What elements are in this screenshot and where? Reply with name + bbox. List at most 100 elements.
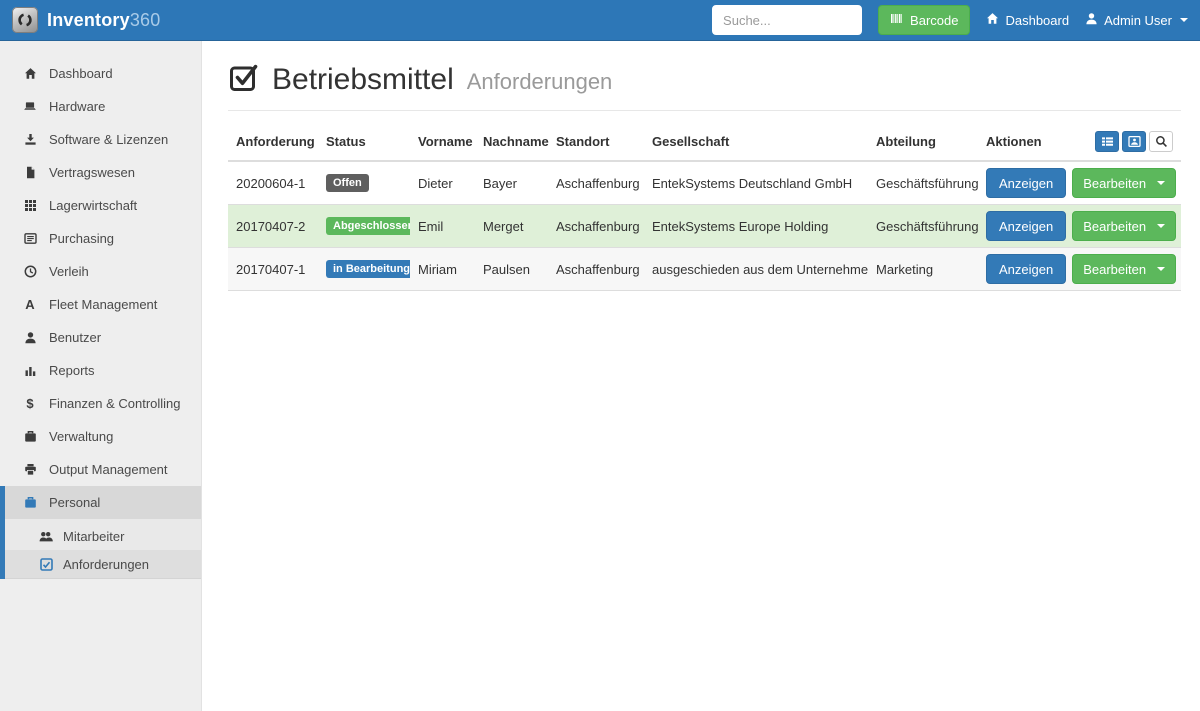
col-header-status: Status <box>318 123 410 161</box>
nav-dashboard-link[interactable]: Dashboard <box>986 12 1069 28</box>
sidebar-item-verleih[interactable]: Verleih <box>0 255 201 288</box>
home-icon <box>22 67 38 80</box>
users-icon <box>38 530 54 543</box>
status-badge: Abgeschlossen <box>326 217 410 235</box>
view-button[interactable]: Anzeigen <box>986 168 1066 198</box>
nav-dashboard-label: Dashboard <box>1005 13 1069 28</box>
col-header-vorname: Vorname <box>410 123 475 161</box>
sidebar-item-finanzen-controlling[interactable]: $ Finanzen & Controlling <box>0 387 201 420</box>
sidebar-item-verwaltung[interactable]: Verwaltung <box>0 420 201 453</box>
user-menu-label: Admin User <box>1104 13 1172 28</box>
barcode-button[interactable]: Barcode <box>878 5 970 35</box>
sidebar-item-lagerwirtschaft[interactable]: Lagerwirtschaft <box>0 189 201 222</box>
sidebar-item-label: Benutzer <box>49 330 101 345</box>
sidebar-item-label: Purchasing <box>49 231 114 246</box>
sidebar-item-output-management[interactable]: Output Management <box>0 453 201 486</box>
table-row: 20200604-1 Offen Dieter Bayer Aschaffenb… <box>228 161 1181 205</box>
list-alt-icon <box>22 232 38 245</box>
col-header-abteilung: Abteilung <box>868 123 978 161</box>
chevron-down-icon <box>1157 267 1165 271</box>
sidebar-subitem-label: Mitarbeiter <box>63 529 124 544</box>
top-navbar: Inventory360 Barcode Dashboard Admin Use… <box>0 0 1200 41</box>
cell-standort: Aschaffenburg <box>548 248 644 291</box>
sidebar-submenu: Mitarbeiter Anforderungen <box>0 519 201 579</box>
card-view-button[interactable] <box>1122 131 1146 152</box>
sidebar-item-label: Finanzen & Controlling <box>49 396 181 411</box>
cell-standort: Aschaffenburg <box>548 161 644 205</box>
sidebar-item-reports[interactable]: Reports <box>0 354 201 387</box>
briefcase-icon <box>22 430 38 443</box>
view-button[interactable]: Anzeigen <box>986 211 1066 241</box>
cell-gesellschaft: ausgeschieden aus dem Unternehmen <box>644 248 868 291</box>
page-header: Betriebsmittel Anforderungen <box>228 62 1181 111</box>
search-icon <box>1155 135 1168 148</box>
table-row: 20170407-1 in Bearbeitung Miriam Paulsen… <box>228 248 1181 291</box>
view-button[interactable]: Anzeigen <box>986 254 1066 284</box>
check-square-icon <box>228 62 259 98</box>
sidebar-item-label: Hardware <box>49 99 105 114</box>
edit-button[interactable]: Bearbeiten <box>1072 168 1176 198</box>
brand-link[interactable]: Inventory360 <box>12 7 160 33</box>
table-header-row: Anforderung Status Vorname Nachname Stan… <box>228 123 1181 161</box>
download-icon <box>22 133 38 146</box>
sidebar-item-vertragswesen[interactable]: Vertragswesen <box>0 156 201 189</box>
list-view-button[interactable] <box>1095 131 1119 152</box>
barcode-icon <box>890 12 903 28</box>
cell-anforderung: 20170407-1 <box>228 248 318 291</box>
laptop-icon <box>22 100 38 113</box>
table-row: 20170407-2 Abgeschlossen Emil Merget Asc… <box>228 205 1181 248</box>
search-input[interactable] <box>712 5 862 35</box>
sidebar-item-hardware[interactable]: Hardware <box>0 90 201 123</box>
sidebar-item-label: Output Management <box>49 462 168 477</box>
cell-gesellschaft: EntekSystems Europe Holding <box>644 205 868 248</box>
cell-abteilung: Marketing <box>868 248 978 291</box>
page-title: Betriebsmittel <box>272 65 454 95</box>
sidebar-item-fleet-management[interactable]: A Fleet Management <box>0 288 201 321</box>
sidebar-item-label: Lagerwirtschaft <box>49 198 137 213</box>
sidebar-item-label: Fleet Management <box>49 297 157 312</box>
grid-icon <box>22 199 38 212</box>
cell-nachname: Paulsen <box>475 248 548 291</box>
sidebar-item-label: Personal <box>49 495 100 510</box>
dollar-icon: $ <box>22 397 38 410</box>
sidebar-item-software-lizenzen[interactable]: Software & Lizenzen <box>0 123 201 156</box>
col-header-nachname: Nachname <box>475 123 548 161</box>
navbar-right: Barcode Dashboard Admin User <box>712 5 1188 35</box>
sidebar-item-benutzer[interactable]: Benutzer <box>0 321 201 354</box>
sidebar-subitem-label: Anforderungen <box>63 557 149 572</box>
sidebar: Dashboard Hardware Software & Lizenzen V… <box>0 41 202 711</box>
list-view-icon <box>1101 135 1114 148</box>
sidebar-subitem-mitarbeiter[interactable]: Mitarbeiter <box>0 522 201 550</box>
sidebar-item-personal[interactable]: Personal <box>0 486 201 519</box>
document-icon <box>22 166 38 179</box>
cell-nachname: Merget <box>475 205 548 248</box>
sidebar-item-purchasing[interactable]: Purchasing <box>0 222 201 255</box>
anforderungen-table: Anforderung Status Vorname Nachname Stan… <box>228 123 1181 291</box>
chevron-down-icon <box>1157 224 1165 228</box>
cell-anforderung: 20200604-1 <box>228 161 318 205</box>
brand-suffix: 360 <box>130 10 161 30</box>
sidebar-active-section: Personal Mitarbeiter Anforderungen <box>0 486 201 579</box>
edit-button[interactable]: Bearbeiten <box>1072 211 1176 241</box>
chevron-down-icon <box>1180 18 1188 22</box>
cell-abteilung: Geschäftsführung <box>868 161 978 205</box>
edit-button-label: Bearbeiten <box>1083 176 1146 191</box>
briefcase-icon <box>22 496 38 509</box>
sidebar-item-label: Software & Lizenzen <box>49 132 168 147</box>
status-badge: Offen <box>326 174 369 192</box>
barcode-label: Barcode <box>910 13 958 28</box>
sidebar-item-dashboard[interactable]: Dashboard <box>0 57 201 90</box>
sidebar-item-label: Vertragswesen <box>49 165 135 180</box>
check-square-icon <box>38 558 54 571</box>
home-icon <box>986 12 999 28</box>
sidebar-item-label: Verleih <box>49 264 89 279</box>
search-button[interactable] <box>1149 131 1173 152</box>
sidebar-subitem-anforderungen[interactable]: Anforderungen <box>0 550 201 578</box>
page-subtitle: Anforderungen <box>467 67 613 93</box>
user-menu[interactable]: Admin User <box>1085 12 1188 28</box>
chevron-down-icon <box>1157 181 1165 185</box>
cell-abteilung: Geschäftsführung <box>868 205 978 248</box>
col-header-anforderung: Anforderung <box>228 123 318 161</box>
edit-button[interactable]: Bearbeiten <box>1072 254 1176 284</box>
user-icon <box>22 331 38 344</box>
